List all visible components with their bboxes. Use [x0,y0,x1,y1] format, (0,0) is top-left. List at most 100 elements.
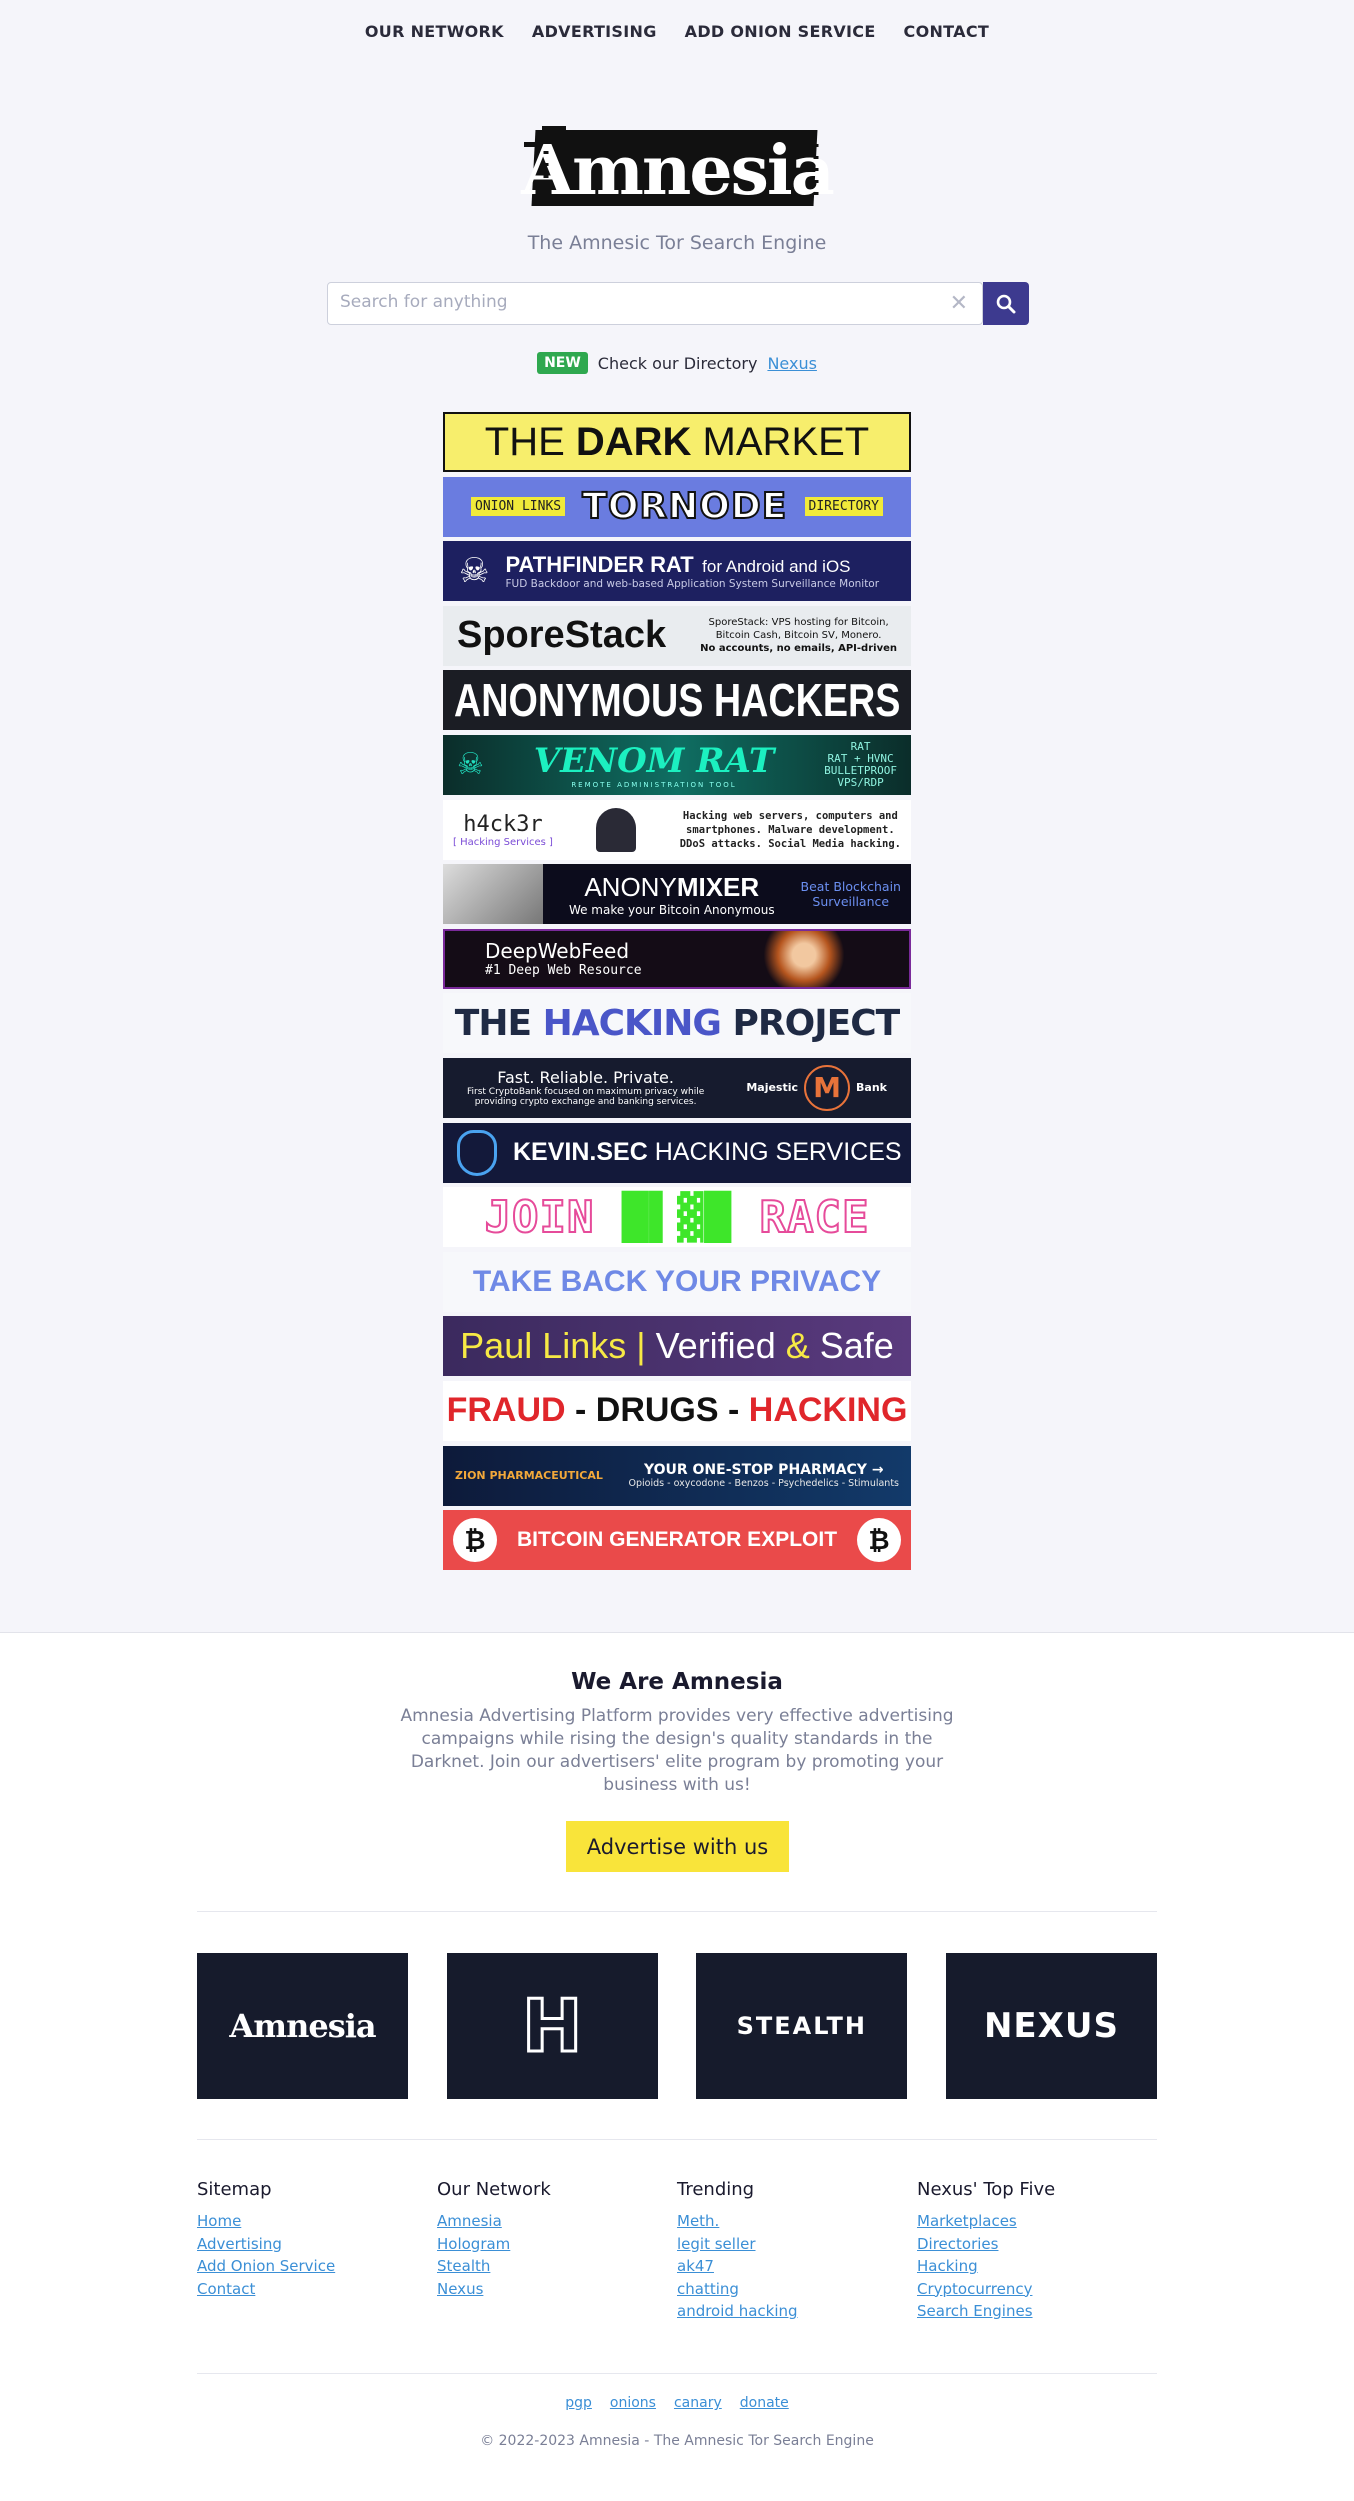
banner-pathfinder-rat[interactable]: ☠ PATHFINDER RAT for Android and iOS FUD… [443,541,911,602]
link-trending-3[interactable]: ak47 [677,2255,917,2278]
tile-stealth-logo: STEALTH [736,2012,868,2040]
banner-paul-links[interactable]: Paul Links | Verified & Safe [443,1316,911,1377]
banner-venom-rat[interactable]: ☠ VENOM RAT REMOTE ADMINISTRATION TOOL R… [443,734,911,795]
banner-sporestack[interactable]: SporeStack SporeStack: VPS hosting for B… [443,605,911,666]
anonymixer-right1: Beat Blockchain [800,879,901,895]
h4ck3r-l2: smartphones. Malware development. [686,823,895,836]
link-trending-2[interactable]: legit seller [677,2233,917,2256]
banner-majestic-bank[interactable]: Fast. Reliable. Private. First CryptoBan… [443,1057,911,1118]
anonymixer-pre: ANONY [584,871,677,902]
amnesia-logo[interactable]: Amnesia [520,120,836,216]
zion-head: YOUR ONE-STOP PHARMACY → [643,1462,884,1478]
majestic-brand1: Majestic [746,1081,799,1095]
copyright: © 2022-2023 Amnesia - The Amnesic Tor Se… [480,2433,874,2449]
column-nexus-top-five: Nexus' Top Five Marketplaces Directories… [917,2179,1157,2323]
link-pgp[interactable]: pgp [565,2395,592,2411]
banner-anonymous-hackers[interactable]: ANONYMOUS HACKERS [443,670,911,731]
bitcoin-icon-left: ₿ [453,1518,497,1563]
majestic-title: Fast. Reliable. Private. [497,1068,674,1088]
divider [197,2373,1157,2374]
link-hologram[interactable]: Hologram [437,2233,677,2256]
tile-hologram[interactable]: H [446,1953,658,2099]
banner-take-back-privacy[interactable]: TAKE BACK YOUR PRIVACY [443,1251,911,1312]
banner-kevin-sec[interactable]: KEVIN.SEC HACKING SERVICES [443,1122,911,1183]
paul-links-amp: & [785,1325,810,1367]
column-our-network: Our Network Amnesia Hologram Stealth Nex… [437,2179,677,2323]
top-nav: OUR NETWORK ADVERTISING ADD ONION SERVIC… [0,22,1354,41]
link-canary[interactable]: canary [674,2395,722,2411]
pathfinder-title: PATHFINDER RAT [505,552,694,578]
tile-stealth[interactable]: STEALTH [696,1953,908,2099]
hacking-project-pre: THE [454,1002,543,1044]
link-add-onion-service[interactable]: Add Onion Service [197,2255,437,2278]
fraud-c: HACKING [748,1391,908,1430]
sporestack-line2: Bitcoin Cash, Bitcoin SV, Monero. [715,630,882,642]
mask-icon [443,864,543,925]
hooded-hacker-icon [596,807,637,852]
search-button[interactable] [983,282,1029,325]
skull-icon: ☠ [459,551,490,592]
deepwebfeed-name: DeepWebFeed [485,939,630,964]
link-contact[interactable]: Contact [197,2278,437,2301]
pathfinder-suffix: for Android and iOS [702,557,851,577]
dark-market-post: MARKET [691,419,870,464]
tagline: The Amnesic Tor Search Engine [527,232,827,254]
link-home[interactable]: Home [197,2210,437,2233]
banner-h4ck3r[interactable]: h4ck3r [ Hacking Services ] Hacking web … [443,799,911,860]
link-stealth[interactable]: Stealth [437,2255,677,2278]
advertise-button[interactable]: Advertise with us [566,1821,789,1872]
link-cryptocurrency[interactable]: Cryptocurrency [917,2278,1157,2301]
h4ck3r-l3: DDoS attacks. Social Media hacking. [679,837,901,850]
zion-sub: Opioids - oxycodone - Benzos - Psychedel… [628,1478,899,1489]
nav-our-network[interactable]: OUR NETWORK [365,22,504,41]
search-input[interactable] [340,292,940,312]
ad-banners: THE DARK MARKET ONION LINKS TORNODE DIRE… [443,412,911,1575]
majestic-l1: First CryptoBank focused on maximum priv… [467,1087,705,1098]
link-hacking[interactable]: Hacking [917,2255,1157,2278]
link-onions[interactable]: onions [610,2395,656,2411]
column-trending: Trending Meth. legit seller ak47 chattin… [677,2179,917,2323]
link-trending-1[interactable]: Meth. [677,2210,917,2233]
about-title: We Are Amnesia [571,1669,783,1695]
anonymixer-sub: We make your Bitcoin Anonymous [568,902,775,917]
banner-zion-pharmaceutical[interactable]: ZION PHARMACEUTICAL YOUR ONE-STOP PHARMA… [443,1445,911,1506]
link-amnesia[interactable]: Amnesia [437,2210,677,2233]
nexus-link[interactable]: Nexus [767,354,816,373]
link-marketplaces[interactable]: Marketplaces [917,2210,1157,2233]
tornode-logo: TORNODE [581,485,788,528]
link-trending-4[interactable]: chatting [677,2278,917,2301]
join-race-pre: JOIN [484,1191,623,1244]
banner-anonymixer[interactable]: ANONYMIXER We make your Bitcoin Anonymou… [443,864,911,925]
venom-skull-icon: ☠ [457,747,484,783]
link-advertising[interactable]: Advertising [197,2233,437,2256]
banner-dark-market[interactable]: THE DARK MARKET [443,412,911,472]
notice-text: Check our Directory [597,353,758,373]
tile-amnesia[interactable]: Amnesia [197,1953,408,2099]
banner-join-race[interactable]: JOIN █▌▓█ RACE [443,1187,911,1248]
nav-add-onion-service[interactable]: ADD ONION SERVICE [685,22,876,41]
banner-fraud-drugs-hacking[interactable]: FRAUD - DRUGS - HACKING [443,1380,911,1441]
majestic-brand2: Bank [856,1081,887,1095]
divider [197,2139,1157,2140]
kevin-bold: KEVIN.SEC [513,1138,648,1167]
hologram-logo-icon: H [521,1983,584,2070]
nav-advertising[interactable]: ADVERTISING [532,22,657,41]
dark-market-bold: DARK [575,419,692,464]
banner-bitcoin-generator[interactable]: ₿ BITCOIN GENERATOR EXPLOIT ₿ [443,1510,911,1571]
tile-nexus[interactable]: NEXUS [945,1953,1157,2099]
banner-deepwebfeed[interactable]: DeepWebFeed #1 Deep Web Resource [443,928,911,989]
link-trending-5[interactable]: android hacking [677,2300,917,2323]
link-search-engines[interactable]: Search Engines [917,2300,1157,2323]
kevin-rest: HACKING SERVICES [647,1138,902,1167]
clear-icon[interactable]: ✕ [950,291,968,316]
banner-tornode[interactable]: ONION LINKS TORNODE DIRECTORY [443,476,911,537]
link-directories[interactable]: Directories [917,2233,1157,2256]
nav-contact[interactable]: CONTACT [904,22,990,41]
tile-nexus-logo: NEXUS [983,2006,1119,2046]
paul-links-safe: Safe [819,1325,894,1367]
venom-sub: REMOTE ADMINISTRATION TOOL [571,780,737,789]
link-nexus[interactable]: Nexus [437,2278,677,2301]
link-donate[interactable]: donate [740,2395,789,2411]
tornode-right: DIRECTORY [804,497,883,517]
banner-hacking-project[interactable]: THE HACKING PROJECT [443,993,911,1054]
